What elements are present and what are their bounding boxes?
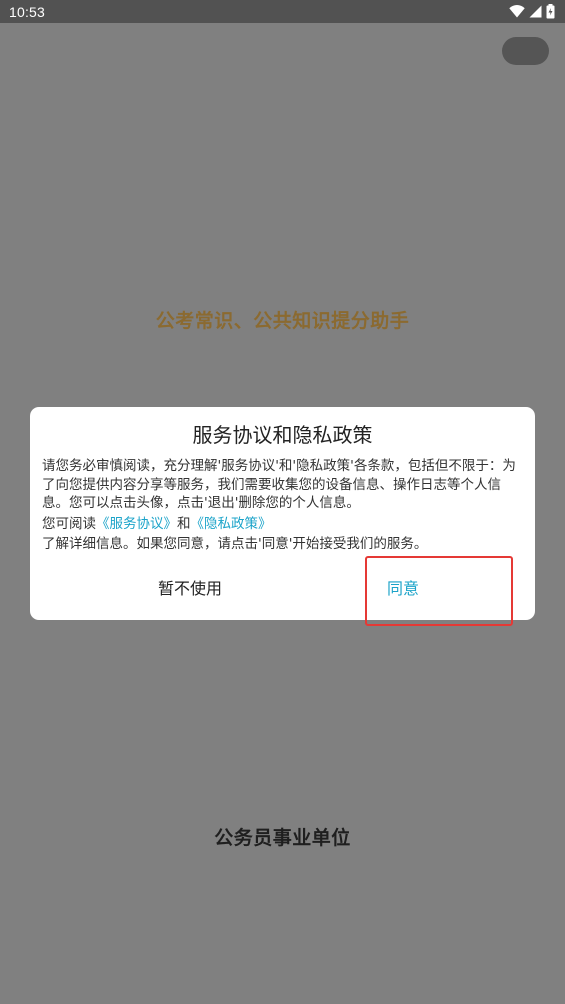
and-text: 和 bbox=[177, 515, 191, 532]
status-icons bbox=[509, 4, 555, 19]
battery-icon bbox=[546, 4, 555, 19]
skip-button[interactable] bbox=[502, 37, 549, 65]
dialog-paragraph-links: 您可阅读《服务协议》和《隐私政策》 bbox=[42, 515, 524, 534]
dialog-title: 服务协议和隐私政策 bbox=[192, 423, 373, 447]
read-prefix-text: 您可阅读 bbox=[42, 515, 96, 532]
signal-icon bbox=[529, 5, 542, 18]
agree-button[interactable]: 同意 bbox=[387, 575, 419, 599]
dialog-body: 请您务必审慎阅读，充分理解'服务协议'和'隐私政策'各条款，包括但不限于：为了向… bbox=[42, 457, 524, 554]
dialog-paragraph-consent: 了解详细信息。如果您同意，请点击'同意'开始接受我们的服务。 bbox=[42, 536, 428, 552]
status-bar: 10:53 bbox=[0, 0, 565, 23]
decline-button[interactable]: 暂不使用 bbox=[158, 575, 222, 599]
privacy-policy-link[interactable]: 《隐私政策》 bbox=[191, 516, 272, 532]
app-slogan: 公考常识、公共知识提分助手 bbox=[155, 310, 410, 332]
service-agreement-link[interactable]: 《服务协议》 bbox=[96, 516, 177, 532]
dialog-paragraph-terms: 请您务必审慎阅读，充分理解'服务协议'和'隐私政策'各条款，包括但不限于：为了向… bbox=[42, 458, 516, 511]
privacy-dialog: 服务协议和隐私政策 请您务必审慎阅读，充分理解'服务协议'和'隐私政策'各条款，… bbox=[30, 407, 535, 620]
company-name: 公务员事业单位 bbox=[214, 827, 351, 849]
wifi-icon bbox=[509, 5, 525, 18]
status-time: 10:53 bbox=[9, 3, 46, 20]
